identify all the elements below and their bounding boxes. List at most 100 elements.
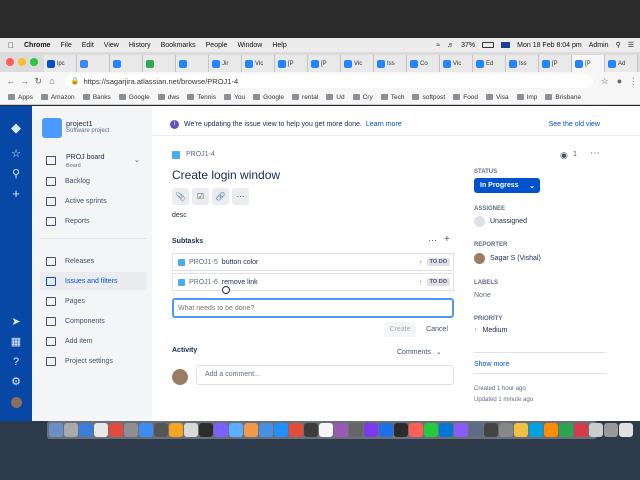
bookmark-item[interactable]: dws xyxy=(157,94,179,101)
browser-tab[interactable]: Vic xyxy=(341,55,374,72)
create-icon[interactable]: + xyxy=(8,186,24,202)
status-button[interactable]: In Progress ⌄ xyxy=(474,178,540,193)
sidebar-item-project-settings[interactable]: Project settings xyxy=(40,352,146,370)
subtask-row[interactable]: PROJ1-6 remove link ↑ TO DO xyxy=(172,273,454,291)
browser-tab[interactable] xyxy=(77,55,110,72)
bookmark-item[interactable]: Google xyxy=(118,94,150,101)
dock-app-icon[interactable] xyxy=(289,423,303,437)
subtask-summary[interactable]: button color xyxy=(222,259,259,266)
browser-tab[interactable]: [P xyxy=(539,55,572,72)
add-comment-input[interactable]: Add a comment... xyxy=(196,365,454,385)
dock-app-icon[interactable] xyxy=(154,423,168,437)
sidebar-item-backlog[interactable]: Backlog xyxy=(40,172,146,190)
dock-app-icon[interactable] xyxy=(229,423,243,437)
rocket-icon[interactable]: ➤ xyxy=(8,314,24,330)
dock-app-icon[interactable] xyxy=(574,423,588,437)
profile-avatar[interactable] xyxy=(8,394,24,410)
volume-icon[interactable]: ♬ xyxy=(447,42,454,49)
browser-tab[interactable] xyxy=(110,55,143,72)
browser-tab[interactable]: Vic xyxy=(242,55,275,72)
dock-app-icon[interactable] xyxy=(409,423,423,437)
help-icon[interactable]: ? xyxy=(8,354,24,370)
subtask-row[interactable]: PROJ1-5 button color ↑ TO DO xyxy=(172,253,454,271)
bookmark-item[interactable]: rental xyxy=(292,94,318,101)
back-icon[interactable]: ← xyxy=(4,76,18,86)
sidebar-item-active-sprints[interactable]: Active sprints xyxy=(40,192,146,210)
browser-tab[interactable]: lpc xyxy=(44,55,77,72)
comments-dropdown[interactable]: Comments ⌄ xyxy=(397,345,455,359)
menu-view[interactable]: View xyxy=(104,42,119,49)
dock-app-icon[interactable] xyxy=(439,423,453,437)
dock-app-icon[interactable] xyxy=(619,423,633,437)
bookmark-item[interactable]: Apps xyxy=(8,94,33,101)
bookmark-item[interactable]: Ud xyxy=(326,94,345,101)
reporter-field[interactable]: Sagar S (Vishal) xyxy=(474,253,541,264)
dock-app-icon[interactable] xyxy=(454,423,468,437)
bookmark-item[interactable]: Tech xyxy=(380,94,404,101)
wifi-icon[interactable]: ≈ xyxy=(436,42,440,49)
subtask-key[interactable]: PROJ1-6 xyxy=(189,279,218,286)
browser-tab[interactable]: [P xyxy=(308,55,341,72)
issue-type-icon[interactable] xyxy=(172,151,180,159)
forward-icon[interactable]: → xyxy=(18,76,32,86)
bookmark-item[interactable]: Brisbane xyxy=(545,94,581,101)
dock-app-icon[interactable] xyxy=(274,423,288,437)
labels-value[interactable]: None xyxy=(474,292,491,299)
attach-icon[interactable]: 📎 xyxy=(172,188,189,205)
bookmark-item[interactable]: softpost xyxy=(412,94,445,101)
dock-app-icon[interactable] xyxy=(124,423,138,437)
new-subtask-input[interactable] xyxy=(172,298,454,318)
menu-help[interactable]: Help xyxy=(272,42,286,49)
board-chevron-down-icon[interactable]: ⌄ xyxy=(134,156,140,164)
bookmark-item[interactable]: Cry xyxy=(352,94,373,101)
sidebar-item-releases[interactable]: Releases xyxy=(40,252,146,270)
jira-logo-icon[interactable]: ◆ xyxy=(8,120,24,136)
browser-tab[interactable]: Vic xyxy=(440,55,473,72)
browser-tab[interactable]: Ad xyxy=(605,55,638,72)
sidebar-item-issues-and-filters[interactable]: Issues and filters xyxy=(40,272,146,290)
browser-tab[interactable]: [P xyxy=(572,55,605,72)
flag-icon[interactable] xyxy=(501,42,511,48)
menu-people[interactable]: People xyxy=(206,42,228,49)
dock-app-icon[interactable] xyxy=(169,423,183,437)
issue-title[interactable]: Create login window xyxy=(172,168,280,182)
menu-edit[interactable]: Edit xyxy=(82,42,94,49)
dock-app-icon[interactable] xyxy=(484,423,498,437)
menu-bookmarks[interactable]: Bookmarks xyxy=(161,42,196,49)
browser-tab[interactable]: Iss xyxy=(506,55,539,72)
assignee-field[interactable]: Unassigned xyxy=(474,216,527,227)
dock-app-icon[interactable] xyxy=(184,423,198,437)
window-minimize-button[interactable] xyxy=(18,58,26,66)
old-view-link[interactable]: See the old view xyxy=(549,121,600,128)
home-icon[interactable]: ⌂ xyxy=(45,76,59,86)
bookmark-item[interactable]: You xyxy=(224,94,245,101)
cancel-subtask-button[interactable]: Cancel xyxy=(422,322,452,337)
bookmark-star-icon[interactable]: ☆ xyxy=(601,76,609,87)
dock-app-icon[interactable] xyxy=(94,423,108,437)
browser-tab[interactable] xyxy=(176,55,209,72)
learn-more-link[interactable]: Learn more xyxy=(366,121,402,128)
project-avatar[interactable] xyxy=(42,118,62,138)
dock-app-icon[interactable] xyxy=(589,423,603,437)
bookmark-item[interactable]: Amazon xyxy=(40,94,75,101)
subtasks-more-icon[interactable]: ⋯ xyxy=(428,235,437,246)
dock-app-icon[interactable] xyxy=(244,423,258,437)
bookmark-item[interactable]: Tennis xyxy=(187,94,216,101)
notification-center-icon[interactable]: ☰ xyxy=(628,41,634,49)
bookmark-item[interactable]: Imp xyxy=(516,94,537,101)
dock-app-icon[interactable] xyxy=(214,423,228,437)
dock-app-icon[interactable] xyxy=(514,423,528,437)
sidebar-item-pages[interactable]: Pages xyxy=(40,292,146,310)
create-subtask-button[interactable]: Create xyxy=(384,322,416,337)
url-bar[interactable]: 🔒 https://sagarjira.atlassian.net/browse… xyxy=(64,74,593,88)
browser-tab[interactable]: Ed xyxy=(473,55,506,72)
link-issue-icon[interactable]: 🔗 xyxy=(212,188,229,205)
sidebar-item-reports[interactable]: Reports xyxy=(40,212,146,230)
watcher-count[interactable]: 1 xyxy=(573,151,577,158)
browser-tab[interactable]: [P xyxy=(275,55,308,72)
browser-tab[interactable]: Jir xyxy=(209,55,242,72)
show-more-link[interactable]: Show more xyxy=(474,361,509,368)
dock-app-icon[interactable] xyxy=(64,423,78,437)
subtask-summary[interactable]: remove link xyxy=(222,279,258,286)
battery-icon[interactable] xyxy=(482,42,495,48)
